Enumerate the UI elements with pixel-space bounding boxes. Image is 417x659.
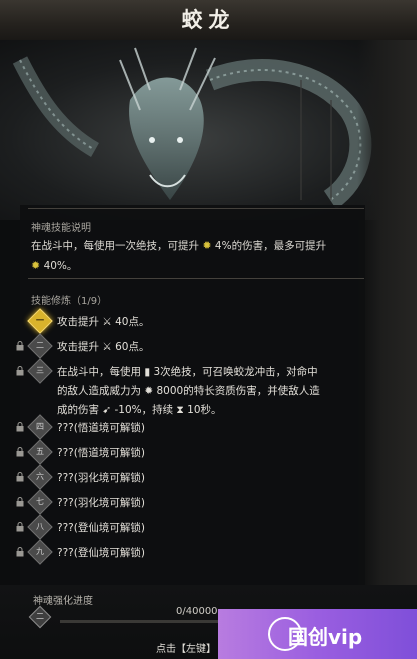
lock-icon <box>16 547 24 557</box>
level-number: 三 <box>36 366 44 375</box>
lock-icon <box>16 472 24 482</box>
lock-icon <box>16 497 24 507</box>
refine-row-1[interactable]: 一 攻击提升 ⚔ 40点。 <box>14 308 364 334</box>
row3-line2: 的敌人造成威力为 ✹ 8000的特长资质伤害，并使敌人造 <box>57 385 320 397</box>
sun-icon: ✹ <box>202 239 212 252</box>
refine-row-7[interactable]: 七 ???(羽化境可解锁) <box>14 489 364 515</box>
divider <box>28 278 364 279</box>
sun-icon: ✹ <box>31 259 41 272</box>
refine-row-9[interactable]: 九 ???(登仙境可解锁) <box>14 539 364 565</box>
lock-icon <box>16 366 24 376</box>
refine-row-text: ???(登仙境可解锁) <box>57 522 145 534</box>
refine-row-4[interactable]: 四 ???(悟道境可解锁) <box>14 414 364 440</box>
lock-icon <box>16 447 24 457</box>
lock-icon <box>16 341 24 351</box>
desc-line1-pre: 在战斗中，每使用一次绝技，可提升 <box>31 240 199 252</box>
desc-line1-val: 4%的伤害，最多可提升 <box>214 240 327 252</box>
skill-description-heading: 神魂技能说明 <box>31 223 91 234</box>
progress-level-number: 二 <box>36 612 44 621</box>
progress-label: 神魂强化进度 <box>33 596 93 607</box>
refine-heading: 技能修炼（1/9） <box>31 296 108 307</box>
refine-row-6[interactable]: 六 ???(羽化境可解锁) <box>14 464 364 490</box>
row3-line3: 成的伤害 ➹ -10%，持续 ⧗ 10秒。 <box>57 404 222 416</box>
divider <box>28 208 364 209</box>
dragon-illustration <box>12 47 372 210</box>
skill-description-text: 在战斗中，每使用一次绝技，可提升 ✹ 4%的伤害，最多可提升 ✹ 40%。 <box>31 236 363 276</box>
refine-row-text: 攻击提升 ⚔ 40点。 <box>57 316 150 328</box>
level-number: 七 <box>36 497 44 506</box>
refine-row-8[interactable]: 八 ???(登仙境可解锁) <box>14 514 364 540</box>
lock-icon <box>16 422 24 432</box>
level-number: 四 <box>36 422 44 431</box>
refine-row-text: 在战斗中，每使用 ▮ 3次绝技，可召唤蛟龙冲击，对命中 的敌人造成威力为 ✹ 8… <box>57 363 320 420</box>
watermark-banner: 国创vip <box>218 609 417 659</box>
level-number: 六 <box>36 472 44 481</box>
refine-row-text: ???(羽化境可解锁) <box>57 472 145 484</box>
background-side-panel <box>357 40 417 600</box>
click-hint: 点击【左键】 <box>156 644 216 655</box>
row3-line1: 在战斗中，每使用 ▮ 3次绝技，可召唤蛟龙冲击，对命中 <box>57 366 318 378</box>
title-bar: 蛟龙 <box>0 0 417 41</box>
watermark-text: 国创vip <box>288 625 363 649</box>
refine-row-text: ???(羽化境可解锁) <box>57 497 145 509</box>
progress-value: 0/40000 <box>176 606 218 617</box>
level-number: 二 <box>36 341 44 350</box>
level-number: 五 <box>36 447 44 456</box>
dragon-artwork <box>0 40 417 220</box>
desc-line2-val: 40%。 <box>43 260 78 272</box>
refine-row-text: 攻击提升 ⚔ 60点。 <box>57 341 150 353</box>
level-number: 一 <box>36 316 44 325</box>
level-number: 八 <box>36 522 44 531</box>
page-title: 蛟龙 <box>181 7 236 32</box>
level-number: 九 <box>36 547 44 556</box>
refine-row-text: ???(悟道境可解锁) <box>57 422 145 434</box>
refine-row-text: ???(悟道境可解锁) <box>57 447 145 459</box>
refine-row-5[interactable]: 五 ???(悟道境可解锁) <box>14 439 364 465</box>
refine-row-3[interactable]: 三 在战斗中，每使用 ▮ 3次绝技，可召唤蛟龙冲击，对命中 的敌人造成威力为 ✹… <box>14 358 364 420</box>
refine-row-text: ???(登仙境可解锁) <box>57 547 145 559</box>
refine-row-2[interactable]: 二 攻击提升 ⚔ 60点。 <box>14 333 364 359</box>
lock-icon <box>16 522 24 532</box>
